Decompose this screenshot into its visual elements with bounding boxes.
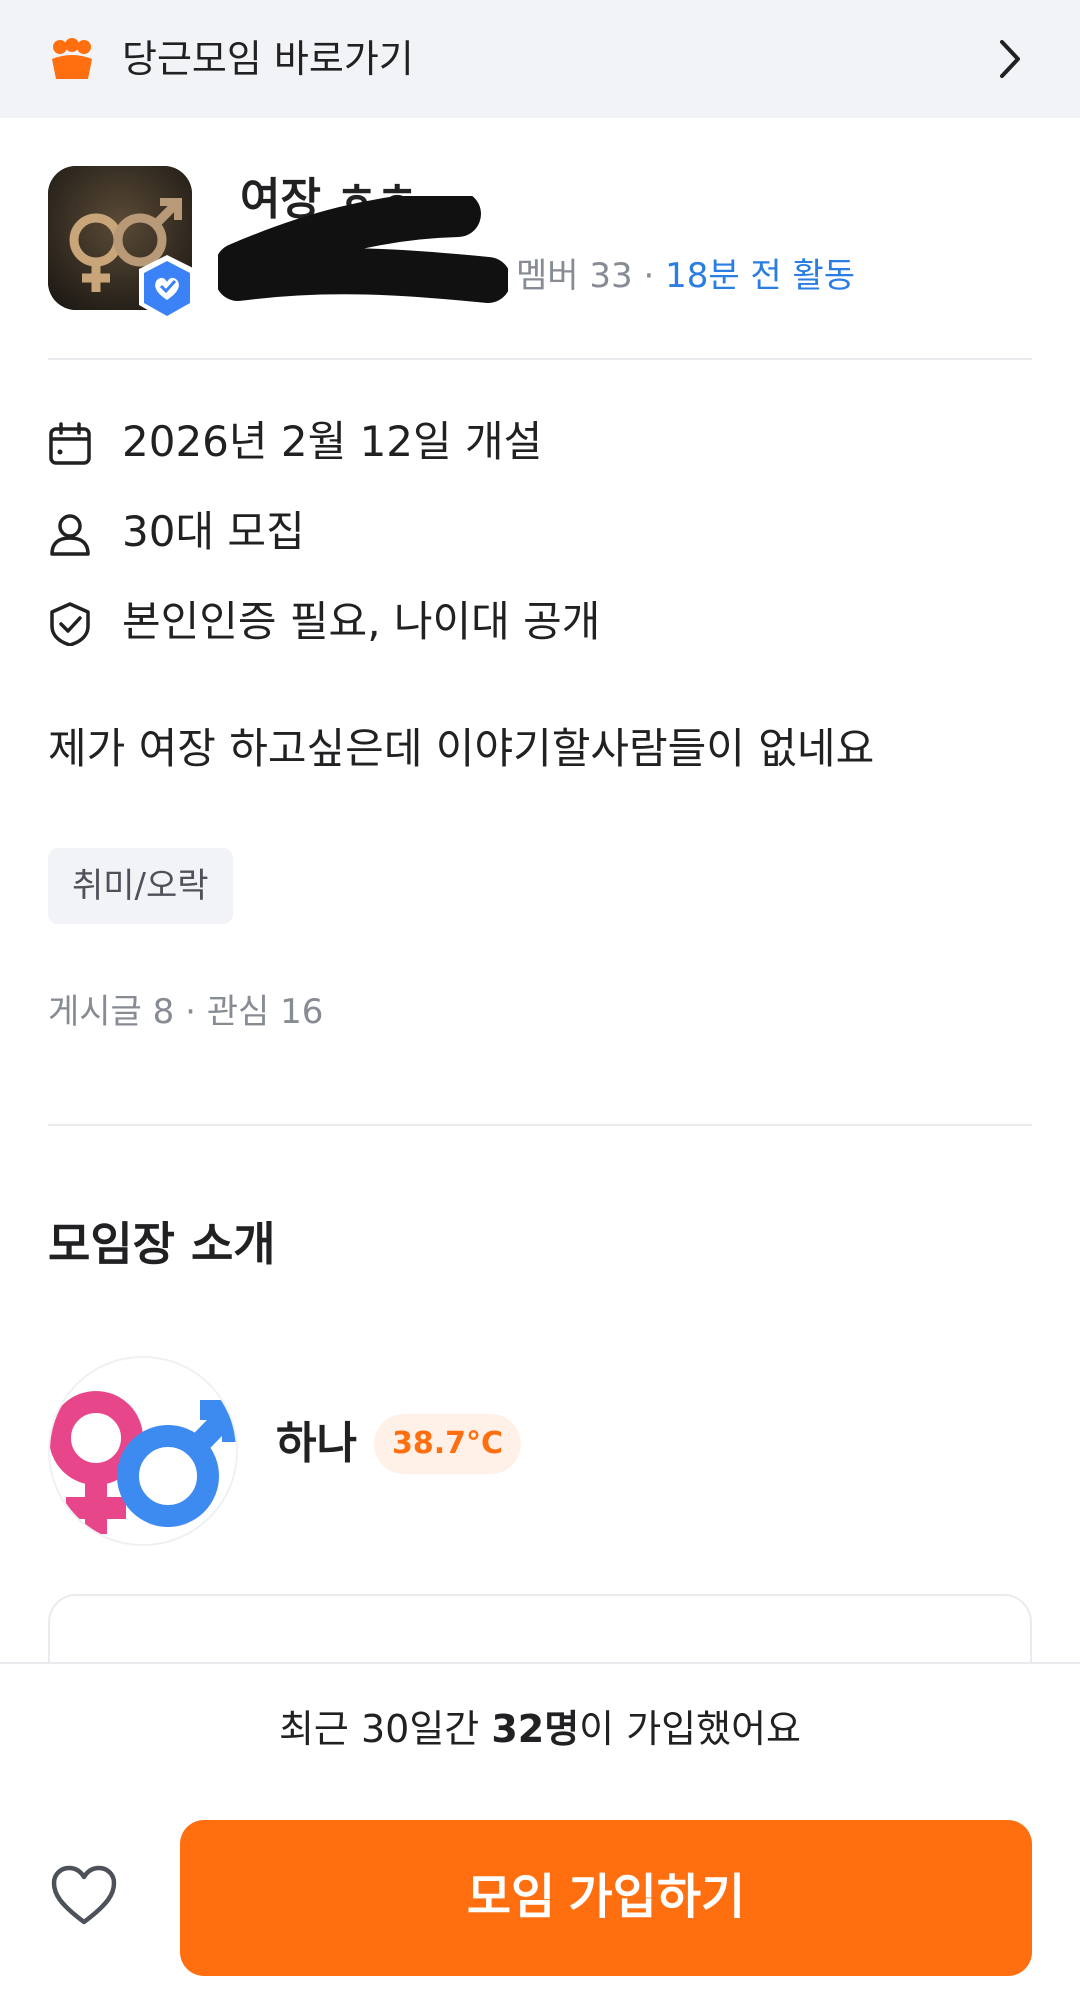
bottom-action-bar: 최근 30일간 32명이 가입했어요 모임 가입하기 (0, 1662, 1080, 1996)
group-meta: 멤버 33 · 18분 전 활동 (516, 254, 855, 298)
redaction-scribble (218, 196, 508, 303)
person-icon (50, 514, 90, 556)
opened-date-text: 2026년 2월 12일 개설 (122, 417, 543, 466)
verified-shield-badge-icon (139, 255, 195, 321)
info-recruit-age: 30대 모집 (48, 502, 1028, 562)
last-activity: 18분 전 활동 (665, 256, 856, 296)
chevron-right-icon (1000, 40, 1020, 78)
heart-icon[interactable] (50, 1864, 118, 1926)
category-tag[interactable]: 취미/오락 (48, 848, 233, 924)
daangn-group-shortcut-banner[interactable]: 당근모임 바로가기 (0, 0, 1080, 118)
leader-name: 하나 (276, 1418, 357, 1469)
divider (48, 358, 1032, 360)
member-count: 멤버 33 (516, 256, 633, 296)
manner-temperature-badge: 38.7°C (374, 1414, 522, 1474)
banner-label: 당근모임 바로가기 (122, 37, 414, 81)
group-description: 제가 여장 하고싶은데 이야기할사람들이 없네요 (48, 724, 875, 773)
group-stats: 게시글 8 · 관심 16 (48, 992, 324, 1032)
calendar-icon (49, 422, 91, 465)
daangn-group-logo-icon (52, 38, 92, 79)
info-requirements: 본인인증 필요, 나이대 공개 (48, 592, 1028, 652)
requirements-text: 본인인증 필요, 나이대 공개 (122, 597, 601, 646)
gender-symbols-avatar-image (50, 1358, 236, 1544)
recruit-age-text: 30대 모집 (122, 507, 305, 556)
meta-separator: · (632, 256, 666, 296)
join-group-button[interactable]: 모임 가입하기 (180, 1820, 1032, 1976)
divider (48, 1124, 1032, 1126)
leader-avatar[interactable] (48, 1356, 238, 1546)
join-note-suffix: 이 가입했어요 (579, 1707, 802, 1751)
join-note-count: 32명 (491, 1707, 580, 1751)
leader-section-title: 모임장 소개 (48, 1217, 276, 1271)
recent-join-note: 최근 30일간 32명이 가입했어요 (0, 1704, 1080, 1754)
shield-check-icon (50, 602, 90, 646)
join-note-prefix: 최근 30일간 (278, 1707, 492, 1751)
info-opened-date: 2026년 2월 12일 개설 (48, 412, 1028, 472)
